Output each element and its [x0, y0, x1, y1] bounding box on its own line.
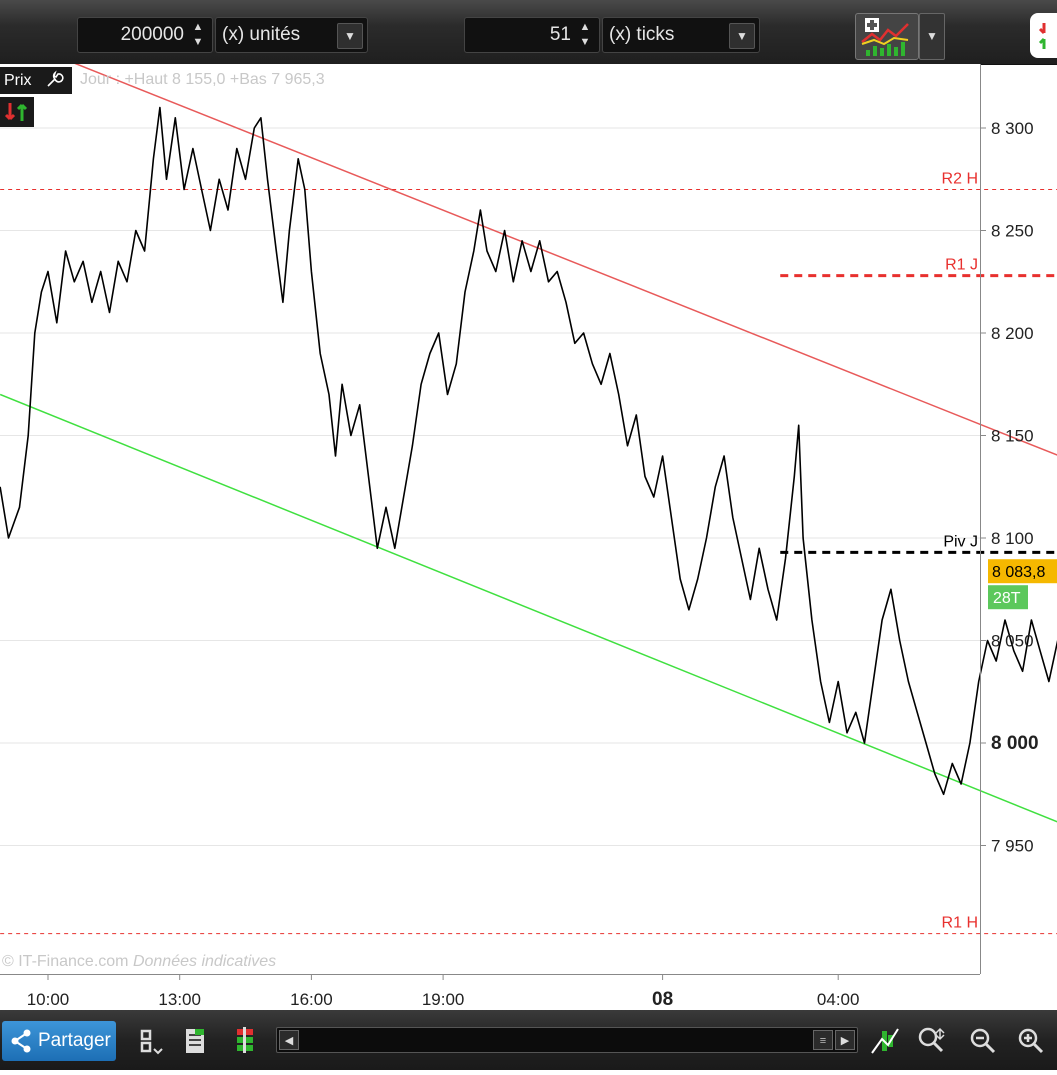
share-label: Partager — [38, 1030, 111, 1051]
ticks-unit-select[interactable]: (x) ticks ▼ — [602, 17, 760, 53]
zoom-in-icon[interactable] — [1015, 1025, 1047, 1057]
y-tick-label: 8 050 — [991, 632, 1034, 651]
top-toolbar: 200000 ▲ ▼ (x) unités ▼ 51 ▲ ▼ (x) ticks… — [0, 0, 1057, 65]
y-tick-label: 8 150 — [991, 427, 1034, 446]
level-label: Piv J — [943, 533, 978, 550]
quantity-unit-label: (x) unités — [222, 24, 301, 45]
y-tick-label: 7 950 — [991, 837, 1034, 856]
ticks-unit-label: (x) ticks — [609, 24, 675, 45]
y-tick-label: 8 000 — [991, 733, 1039, 754]
x-axis: 10:0013:0016:0019:000804:0010:0013:0016:… — [27, 974, 860, 1010]
y-axis: 8 300 8 250 8 200 8 150 8 100 8 050 8 000 7 950 — [980, 119, 1039, 856]
scroll-left-icon[interactable]: ◀ — [279, 1030, 299, 1050]
y-tick-label: 8 100 — [991, 529, 1034, 548]
add-indicator-icon[interactable] — [855, 13, 919, 60]
level-label: R1 J — [945, 257, 978, 274]
chart-scrollbar[interactable]: ◀ ≡ ▶ — [276, 1027, 858, 1053]
level-label: R1 H — [942, 915, 978, 932]
y-tick-label: 8 200 — [991, 324, 1034, 343]
spin-up-icon[interactable]: ▲ — [193, 21, 204, 34]
quantity-value: 200000 — [120, 24, 184, 45]
share-icon — [10, 1021, 32, 1075]
y-tick-label: 8 300 — [991, 119, 1034, 138]
link-icon[interactable] — [134, 1025, 166, 1057]
session-high-low: Jour : +Haut 8 155,0 +Bas 7 965,3 — [80, 71, 325, 88]
ticks-spin-arrows[interactable]: ▲ ▼ — [575, 21, 595, 49]
spin-down-icon[interactable]: ▼ — [580, 36, 591, 49]
price-scale-label[interactable]: Prix — [0, 67, 72, 94]
price-label: Prix — [4, 72, 32, 89]
x-tick-label: 10:00 — [27, 990, 70, 1009]
spin-down-icon[interactable]: ▼ — [193, 36, 204, 49]
zoom-out-icon[interactable] — [967, 1025, 999, 1057]
quantity-unit-select[interactable]: (x) unités ▼ — [215, 17, 368, 53]
watermark-note: Données indicatives — [132, 953, 277, 970]
scroll-right-icon[interactable]: ▶ — [835, 1030, 855, 1050]
quantity-stepper[interactable]: 200000 ▲ ▼ — [77, 17, 213, 53]
order-book-icon[interactable] — [229, 1025, 261, 1057]
last-price-label: 8 083,8 — [992, 564, 1045, 581]
level-label: R2 H — [942, 171, 978, 188]
x-tick-label: 19:00 — [422, 990, 465, 1009]
tick-count-label: 28T — [993, 590, 1021, 607]
watermark: © IT-Finance.com Données indicatives — [2, 953, 276, 971]
chevron-down-icon[interactable]: ▼ — [919, 13, 945, 60]
ticks-stepper[interactable]: 51 ▲ ▼ — [464, 17, 600, 53]
zoom-fit-icon[interactable] — [916, 1025, 948, 1057]
scroll-grip-icon[interactable]: ≡ — [813, 1030, 833, 1050]
wrench-icon[interactable] — [44, 70, 64, 90]
bottom-toolbar: Partager ◀ ≡ ▶ — [0, 1010, 1057, 1070]
x-tick-label: 08 — [652, 989, 673, 1010]
chevron-down-icon[interactable]: ▼ — [729, 23, 755, 49]
y-tick-label: 8 250 — [991, 222, 1034, 241]
x-tick-label: 04:00 — [817, 990, 860, 1009]
document-icon[interactable] — [180, 1025, 212, 1057]
up-down-arrows-icon[interactable] — [0, 97, 34, 127]
spin-up-icon[interactable]: ▲ — [580, 21, 591, 34]
share-button[interactable]: Partager — [2, 1021, 116, 1061]
plot-area — [0, 64, 980, 974]
x-tick-label: 16:00 — [290, 990, 333, 1009]
order-arrows-icon[interactable] — [1030, 13, 1057, 58]
x-tick-label: 13:00 — [158, 990, 201, 1009]
ticks-value: 51 — [549, 24, 571, 45]
last-price-marker: 8 083,8 28T — [988, 559, 1057, 610]
quantity-spin-arrows[interactable]: ▲ ▼ — [188, 21, 208, 49]
chevron-down-icon[interactable]: ▼ — [337, 23, 363, 49]
drawing-tools-icon[interactable] — [868, 1025, 900, 1057]
watermark-source: © IT-Finance.com — [2, 953, 129, 970]
price-chart[interactable]: R2 HR1 JPiv JR1 H 8 3008 2508 2008 1508 … — [0, 64, 1057, 1010]
